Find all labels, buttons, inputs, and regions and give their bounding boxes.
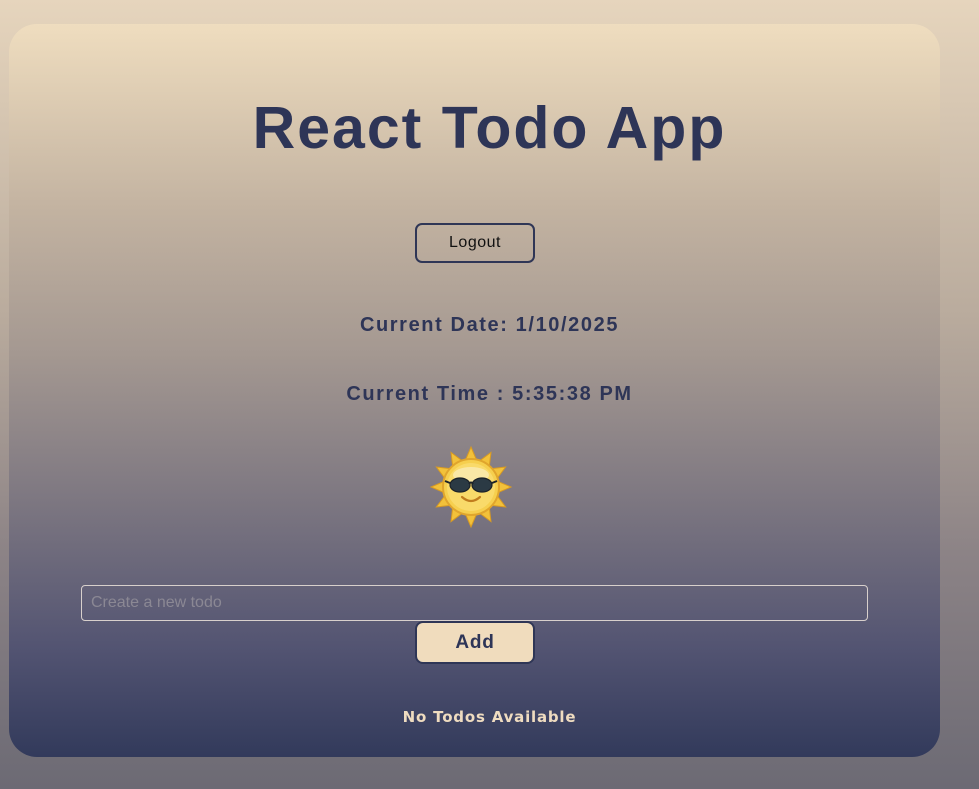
add-todo-button[interactable]: Add	[415, 621, 535, 664]
current-time: Current Time : 5:35:38 PM	[346, 383, 633, 405]
new-todo-input[interactable]	[81, 585, 868, 621]
page-title: React Todo App	[252, 95, 727, 161]
current-date: Current Date: 1/10/2025	[359, 314, 620, 336]
logout-button[interactable]: Logout	[415, 223, 535, 263]
empty-todos-message: No Todos Available	[402, 708, 577, 726]
sun-with-sunglasses-icon	[429, 445, 513, 529]
